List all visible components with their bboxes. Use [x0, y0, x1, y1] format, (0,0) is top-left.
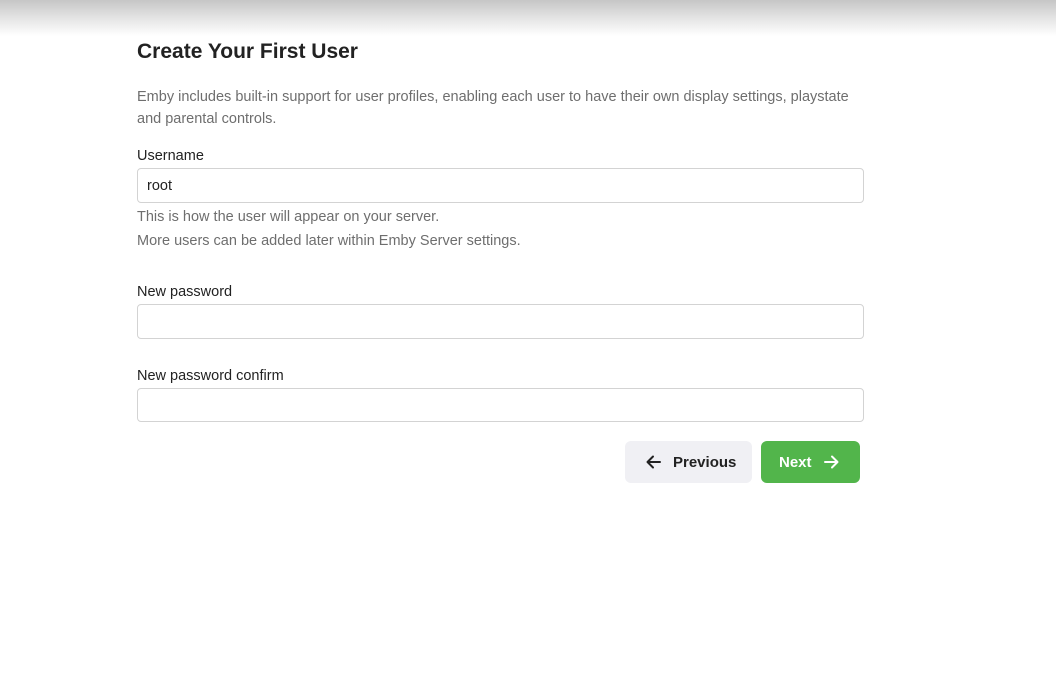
top-gradient-bar: [0, 0, 1056, 36]
new-password-group: New password: [137, 283, 864, 339]
next-button-label: Next: [779, 453, 812, 471]
next-button[interactable]: Next: [761, 441, 860, 483]
new-password-label: New password: [137, 284, 233, 300]
intro-text: Emby includes built-in support for user …: [137, 89, 849, 127]
username-input[interactable]: [137, 168, 864, 203]
page-title: Create Your First User: [137, 40, 358, 63]
new-password-confirm-group: New password confirm: [137, 367, 864, 422]
new-password-input[interactable]: [137, 304, 864, 339]
previous-button-label: Previous: [673, 453, 737, 471]
new-password-confirm-label: New password confirm: [137, 368, 284, 384]
new-password-confirm-input[interactable]: [137, 388, 864, 422]
username-group: Username This is how the user will appea…: [137, 147, 864, 253]
arrow-right-icon: [821, 452, 841, 472]
wizard-content: Create Your First User Emby includes bui…: [137, 38, 864, 483]
username-help-line-1: This is how the user will appear on your…: [137, 209, 440, 225]
username-help-line-2: More users can be added later within Emb…: [137, 233, 521, 249]
username-label: Username: [137, 148, 204, 164]
wizard-actions: Previous Next: [625, 441, 860, 483]
previous-button[interactable]: Previous: [625, 441, 752, 483]
arrow-left-icon: [644, 452, 664, 472]
